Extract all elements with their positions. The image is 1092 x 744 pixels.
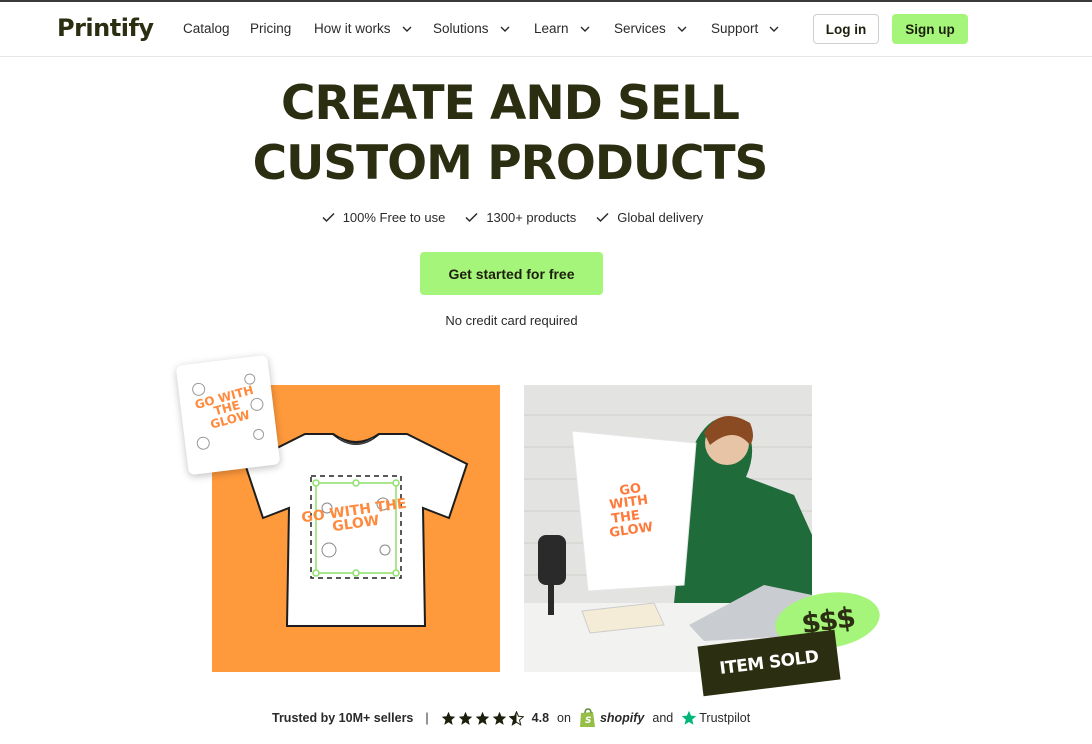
- no-credit-card-note: No credit card required: [445, 313, 578, 328]
- and-text: and: [652, 711, 674, 725]
- nav-pricing[interactable]: Pricing: [250, 21, 291, 36]
- feature-item: 1300+ products: [465, 210, 576, 225]
- feature-item: 100% Free to use: [322, 210, 446, 225]
- nav-solutions-label: Solutions: [433, 21, 489, 36]
- feature-free-label: 100% Free to use: [342, 210, 446, 225]
- nav-support-label: Support: [711, 21, 759, 36]
- chevron-down-icon: [500, 26, 510, 32]
- half-star-icon: [508, 710, 524, 726]
- chevron-down-icon: [580, 26, 590, 32]
- design-preview-card: GO WITH THE GLOW: [175, 354, 281, 476]
- nav-services[interactable]: Services: [614, 21, 688, 36]
- login-button[interactable]: Log in: [813, 14, 879, 44]
- rating-value: 4.8: [531, 711, 550, 725]
- trust-bar: Trusted by 10M+ sellers | 4.8 on S shopi…: [272, 708, 750, 728]
- svg-text:S: S: [585, 716, 591, 726]
- trusted-by-label: Trusted by 10M+ sellers: [272, 711, 414, 725]
- rating-stars: [441, 710, 526, 726]
- shopify-logo[interactable]: S shopify: [579, 708, 644, 728]
- nav-learn-label: Learn: [534, 21, 569, 36]
- rating-on-text: on: [557, 711, 571, 725]
- star-icon: [492, 711, 506, 725]
- star-icon: [441, 711, 455, 725]
- site-header: Printify Catalog Pricing How it works So…: [0, 2, 1092, 57]
- hero-title-line2: CUSTOM PRODUCTS: [252, 136, 769, 191]
- get-started-button[interactable]: Get started for free: [420, 252, 603, 295]
- trustpilot-logo[interactable]: Trustpilot: [681, 710, 750, 726]
- feature-list: 100% Free to use 1300+ products Global d…: [0, 210, 1025, 225]
- shopify-bag-icon: S: [579, 708, 595, 727]
- trustpilot-label: Trustpilot: [699, 711, 751, 725]
- chevron-down-icon: [677, 26, 687, 32]
- signup-button[interactable]: Sign up: [892, 14, 968, 44]
- hero-title: CREATE AND SELL CUSTOM PRODUCTS: [0, 74, 1020, 194]
- trustpilot-star-icon: [682, 710, 697, 725]
- check-icon: [465, 212, 478, 223]
- feature-products-label: 1300+ products: [486, 210, 577, 225]
- nav-catalog[interactable]: Catalog: [183, 21, 230, 36]
- nav-pricing-label: Pricing: [250, 21, 292, 36]
- check-icon: [596, 212, 609, 223]
- star-icon: [458, 711, 472, 725]
- nav-solutions[interactable]: Solutions: [433, 21, 511, 36]
- nav-support[interactable]: Support: [711, 21, 780, 36]
- nav-catalog-label: Catalog: [183, 21, 230, 36]
- hero-title-line1: CREATE AND SELL: [281, 76, 740, 131]
- trust-separator: |: [425, 711, 429, 725]
- shopify-label: shopify: [599, 711, 645, 725]
- nav-how-it-works-label: How it works: [314, 21, 391, 36]
- nav-how-it-works[interactable]: How it works: [314, 21, 413, 36]
- nav-services-label: Services: [614, 21, 666, 36]
- nav-learn[interactable]: Learn: [534, 21, 591, 36]
- star-icon: [475, 711, 489, 725]
- chevron-down-icon: [402, 26, 412, 32]
- photo-scene: GO WITH THE GLOW: [524, 385, 812, 672]
- chevron-down-icon: [769, 26, 779, 32]
- feature-delivery-label: Global delivery: [617, 210, 704, 225]
- feature-item: Global delivery: [596, 210, 703, 225]
- check-icon: [322, 212, 335, 223]
- seller-photo: GO WITH THE GLOW: [524, 385, 812, 672]
- printify-logo[interactable]: Printify: [57, 14, 154, 42]
